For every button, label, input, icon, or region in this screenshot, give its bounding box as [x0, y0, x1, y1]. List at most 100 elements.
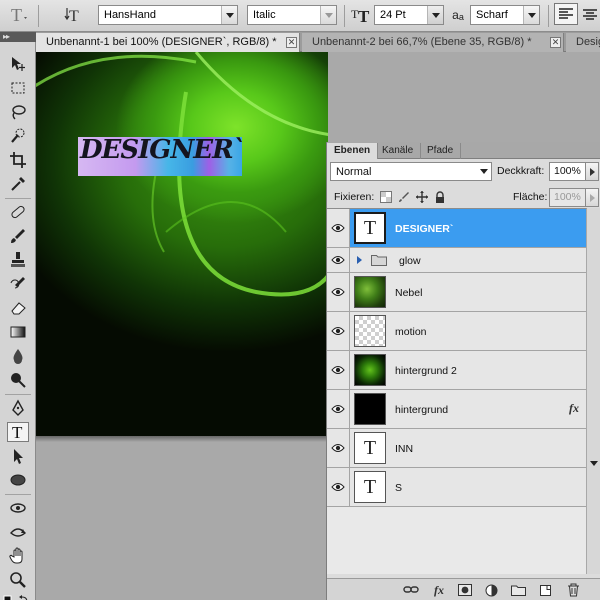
- layers-panel-footer: fx: [327, 578, 600, 600]
- visibility-toggle[interactable]: [327, 209, 350, 247]
- antialias-select[interactable]: Scharf: [470, 5, 540, 25]
- layer-effects-icon[interactable]: fx: [569, 401, 579, 416]
- lasso-tool[interactable]: [7, 102, 29, 122]
- document-tab-3[interactable]: Desig: [566, 33, 600, 52]
- svg-text:T: T: [12, 423, 23, 441]
- document-tab-1[interactable]: Unbenannt-1 bei 100% (DESIGNER`, RGB/8) …: [36, 33, 300, 52]
- designer-text-box[interactable]: DESIGNER`: [78, 135, 246, 176]
- visibility-toggle[interactable]: [327, 390, 350, 428]
- 3d-rotate-icon: [10, 503, 26, 513]
- zoom-tool[interactable]: [7, 570, 29, 590]
- layer-name: hintergrund 2: [395, 365, 457, 377]
- svg-text:T: T: [69, 8, 79, 25]
- type-icon: T: [12, 423, 23, 441]
- document-canvas-area[interactable]: DESIGNER`: [36, 52, 328, 438]
- eye-icon: [331, 444, 345, 452]
- layer-row-hintergrund[interactable]: hintergrund fx: [327, 390, 586, 429]
- font-style-select[interactable]: Italic: [247, 5, 337, 25]
- move-tool[interactable]: [7, 54, 29, 74]
- eyedropper-tool[interactable]: [7, 174, 29, 194]
- tab-layers[interactable]: Ebenen: [327, 143, 379, 159]
- eye-icon: [331, 256, 345, 264]
- crop-tool[interactable]: [7, 150, 29, 170]
- layer-row-s[interactable]: T S: [327, 468, 586, 507]
- transparent-layer-thumbnail: [354, 315, 386, 347]
- lasso-icon: [12, 105, 26, 120]
- group-expand-triangle-icon[interactable]: [357, 256, 362, 264]
- fill-field[interactable]: 100%: [549, 188, 586, 207]
- layer-row-motion[interactable]: motion: [327, 312, 586, 351]
- link-layers-icon[interactable]: [403, 583, 419, 597]
- toolbox-collapse-handle[interactable]: ▸▸: [0, 32, 36, 42]
- effects-expand-icon[interactable]: [590, 461, 598, 466]
- document-tab-2[interactable]: Unbenannt-2 bei 66,7% (Ebene 35, RGB/8) …: [302, 33, 564, 52]
- tab-channels[interactable]: Kanäle: [375, 143, 422, 159]
- ellipse-tool[interactable]: [7, 470, 29, 490]
- panel-tab-bar: Ebenen Kanäle Pfade: [327, 142, 600, 159]
- history-brush-tool[interactable]: [7, 274, 29, 294]
- separator: [344, 5, 345, 27]
- layers-scrollbar[interactable]: [587, 208, 600, 574]
- separator: [5, 394, 31, 395]
- layer-row-designer[interactable]: T DESIGNER`: [327, 209, 586, 248]
- visibility-toggle[interactable]: [327, 273, 350, 311]
- 3d-orbit-tool[interactable]: [7, 522, 29, 542]
- lock-image-pixels-icon[interactable]: [397, 190, 411, 204]
- visibility-toggle[interactable]: [327, 468, 350, 506]
- layer-row-hintergrund-2[interactable]: hintergrund 2: [327, 351, 586, 390]
- lock-all-icon[interactable]: [433, 190, 447, 204]
- visibility-toggle[interactable]: [327, 351, 350, 389]
- eraser-tool[interactable]: [7, 298, 29, 318]
- font-family-select[interactable]: HansHand: [98, 5, 238, 25]
- pen-tool[interactable]: [7, 398, 29, 418]
- layer-row-inn[interactable]: T INN: [327, 429, 586, 468]
- color-swatches[interactable]: [2, 590, 32, 600]
- marquee-tool[interactable]: [7, 78, 29, 98]
- chevron-down-icon: [427, 6, 443, 24]
- separator: [548, 5, 549, 27]
- 3d-rotate-tool[interactable]: [7, 498, 29, 518]
- brush-tool[interactable]: [7, 226, 29, 246]
- lock-transparent-pixels-icon[interactable]: [379, 190, 393, 204]
- healing-brush-tool[interactable]: [7, 202, 29, 222]
- opacity-field[interactable]: 100%: [549, 162, 586, 181]
- blur-tool[interactable]: [7, 346, 29, 366]
- visibility-toggle[interactable]: [327, 429, 350, 467]
- tab-paths[interactable]: Pfade: [420, 143, 462, 159]
- new-group-icon[interactable]: [510, 583, 526, 597]
- visibility-toggle[interactable]: [327, 248, 350, 272]
- dodge-tool[interactable]: [7, 370, 29, 390]
- lock-label: Fixieren:: [334, 191, 375, 203]
- align-center-button[interactable]: [580, 3, 600, 27]
- artwork-canvas[interactable]: DESIGNER`: [36, 52, 328, 438]
- opacity-slider-button[interactable]: [586, 162, 599, 181]
- lock-position-icon[interactable]: [415, 190, 429, 204]
- canvas-shadow: [36, 436, 328, 442]
- new-layer-icon[interactable]: [537, 583, 553, 597]
- text-layer-thumbnail: T: [354, 212, 386, 244]
- align-left-button[interactable]: [554, 3, 578, 25]
- close-icon[interactable]: ✕: [550, 37, 561, 48]
- add-layer-mask-icon[interactable]: [457, 583, 473, 597]
- type-tool[interactable]: T: [7, 422, 29, 442]
- path-selection-tool[interactable]: [7, 446, 29, 466]
- trash-icon[interactable]: [565, 583, 581, 597]
- add-layer-style-icon[interactable]: fx: [431, 583, 447, 597]
- close-icon[interactable]: ✕: [286, 37, 297, 48]
- visibility-toggle[interactable]: [327, 312, 350, 350]
- fill-slider-button[interactable]: [586, 188, 599, 207]
- font-size-select[interactable]: 24 Pt: [374, 5, 444, 25]
- hand-tool[interactable]: [7, 546, 29, 566]
- font-style-value: Italic: [253, 9, 276, 21]
- adjustment-layer-icon[interactable]: [483, 583, 499, 597]
- layer-row-glow[interactable]: glow: [327, 248, 586, 273]
- layer-row-nebel[interactable]: Nebel: [327, 273, 586, 312]
- clone-stamp-tool[interactable]: [7, 250, 29, 270]
- text-orientation-icon[interactable]: T: [62, 3, 88, 27]
- quick-selection-tool[interactable]: [7, 126, 29, 146]
- blend-mode-select[interactable]: Normal: [330, 162, 492, 181]
- gradient-tool[interactable]: [7, 322, 29, 342]
- gradient-icon: [10, 326, 26, 338]
- separator: [5, 198, 31, 199]
- text-tool-preset-icon[interactable]: T: [6, 3, 32, 27]
